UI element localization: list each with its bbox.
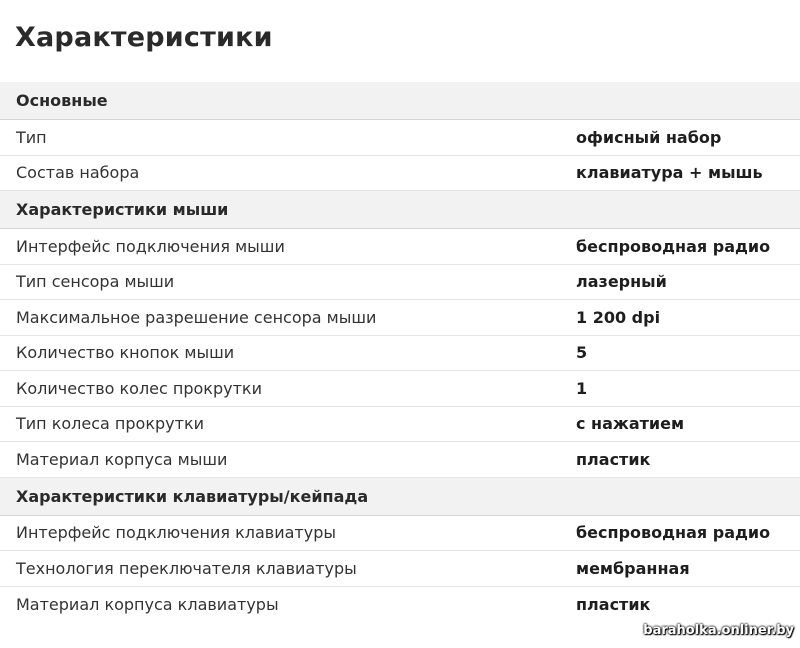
- spec-value: 1 200 dpi: [576, 307, 661, 327]
- spec-value: клавиатура + мышь: [576, 163, 763, 183]
- spec-row: Материал корпуса мыши пластик: [0, 442, 800, 478]
- spec-value: пластик: [576, 449, 651, 469]
- spec-row: Тип сенсора мыши лазерный: [0, 265, 800, 300]
- spec-label: Материал корпуса мыши: [16, 449, 228, 469]
- spec-label: Количество кнопок мыши: [16, 343, 235, 363]
- section-header-basic: Основные: [0, 82, 800, 120]
- spec-label: Максимальное разрешение сенсора мыши: [16, 307, 377, 327]
- spec-label: Технология переключателя клавиатуры: [16, 558, 357, 578]
- spec-row: Интерфейс подключения клавиатуры беспров…: [0, 516, 800, 551]
- spec-row: Материал корпуса клавиатуры пластик: [0, 587, 800, 623]
- spec-label: Тип колеса прокрутки: [16, 414, 205, 434]
- spec-row: Тип офисный набор: [0, 120, 800, 156]
- section-header-keyboard: Характеристики клавиатуры/кейпада: [0, 477, 800, 516]
- spec-label: Тип сенсора мыши: [16, 272, 175, 292]
- spec-value: офисный набор: [576, 127, 722, 147]
- spec-label: Тип: [16, 127, 47, 147]
- spec-value: лазерный: [576, 272, 667, 292]
- spec-row: Тип колеса прокрутки с нажатием: [0, 407, 800, 442]
- spec-row: Максимальное разрешение сенсора мыши 1 2…: [0, 300, 800, 336]
- spec-value: пластик: [576, 594, 651, 614]
- spec-value: с нажатием: [576, 414, 685, 434]
- specs-table: Основные Тип офисный набор Состав набора…: [0, 82, 800, 622]
- spec-label: Интерфейс подключения мыши: [16, 236, 285, 256]
- spec-row: Интерфейс подключения мыши беспроводная …: [0, 229, 800, 265]
- spec-row: Технология переключателя клавиатуры мемб…: [0, 551, 800, 587]
- spec-label: Материал корпуса клавиатуры: [16, 594, 279, 614]
- spec-value: 1: [576, 378, 588, 398]
- spec-row: Количество колес прокрутки 1: [0, 371, 800, 407]
- spec-row: Состав набора клавиатура + мышь: [0, 156, 800, 191]
- page-title: Характеристики: [15, 22, 273, 53]
- watermark: baraholka.onliner.by: [643, 623, 794, 638]
- spec-label: Интерфейс подключения клавиатуры: [16, 523, 336, 543]
- spec-value: мембранная: [576, 558, 690, 578]
- spec-value: беспроводная радио: [576, 523, 771, 543]
- spec-value: 5: [576, 343, 588, 363]
- spec-value: беспроводная радио: [576, 236, 771, 256]
- spec-label: Количество колес прокрутки: [16, 378, 262, 398]
- spec-row: Количество кнопок мыши 5: [0, 336, 800, 371]
- spec-label: Состав набора: [16, 163, 140, 183]
- section-header-mouse: Характеристики мыши: [0, 191, 800, 229]
